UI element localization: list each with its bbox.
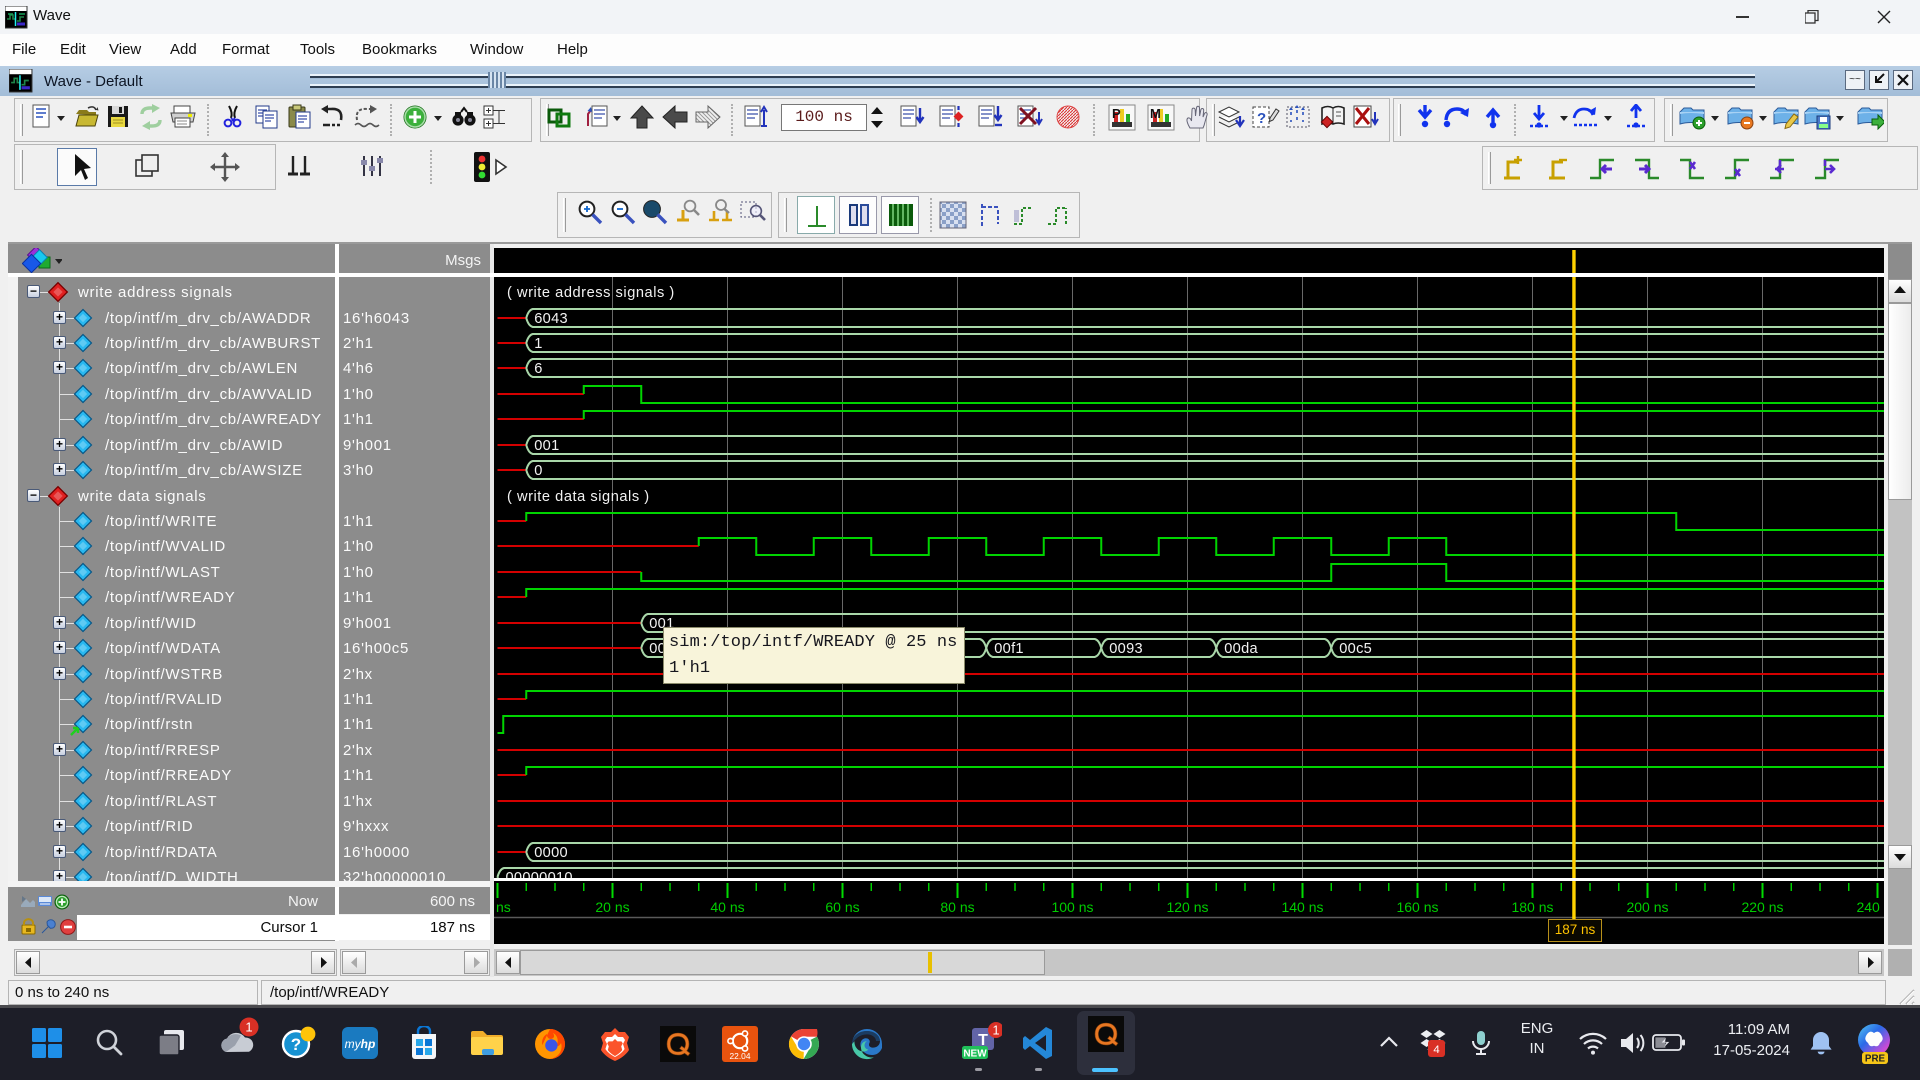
svg-text:0093: 0093 [1109, 641, 1143, 657]
svg-text:220 ns: 220 ns [1741, 899, 1783, 915]
svg-text:6: 6 [534, 361, 542, 377]
svg-text:0000: 0000 [534, 845, 568, 861]
svg-text:00f1: 00f1 [994, 641, 1024, 657]
svg-text:160 ns: 160 ns [1396, 899, 1438, 915]
svg-text:myhp: myhp [345, 1037, 376, 1051]
svg-text:( write address signals ): ( write address signals ) [507, 285, 675, 301]
svg-text:180 ns: 180 ns [1511, 899, 1553, 915]
svg-text:20 ns: 20 ns [595, 899, 629, 915]
svg-text:?: ? [291, 1035, 301, 1054]
svg-text:1: 1 [245, 1020, 252, 1035]
svg-text:240 ns: 240 ns [1856, 899, 1884, 915]
svg-text:100 ns: 100 ns [1051, 899, 1093, 915]
svg-text:200 ns: 200 ns [1626, 899, 1668, 915]
svg-text:1: 1 [534, 336, 542, 352]
svg-text:00da: 00da [1224, 641, 1258, 657]
svg-text:0 ns: 0 ns [494, 899, 511, 915]
svg-text:1: 1 [992, 1024, 999, 1038]
svg-text:140 ns: 140 ns [1281, 899, 1323, 915]
svg-text:60 ns: 60 ns [825, 899, 859, 915]
svg-text:NEW: NEW [963, 1049, 987, 1060]
svg-text:6043: 6043 [534, 311, 568, 327]
svg-text:PRE: PRE [1865, 1054, 1886, 1065]
svg-text:22.04: 22.04 [730, 1051, 751, 1061]
svg-text:P: P [1112, 106, 1121, 121]
svg-text:0: 0 [534, 463, 542, 479]
svg-text:80 ns: 80 ns [940, 899, 974, 915]
svg-text:00c5: 00c5 [1339, 641, 1372, 657]
svg-text:40 ns: 40 ns [710, 899, 744, 915]
svg-text:4: 4 [1433, 1044, 1439, 1056]
svg-text:M: M [1150, 106, 1161, 121]
svg-text:001: 001 [534, 438, 559, 454]
svg-text:120 ns: 120 ns [1166, 899, 1208, 915]
svg-text:?: ? [1257, 110, 1266, 127]
svg-text:( write data signals ): ( write data signals ) [507, 489, 650, 505]
